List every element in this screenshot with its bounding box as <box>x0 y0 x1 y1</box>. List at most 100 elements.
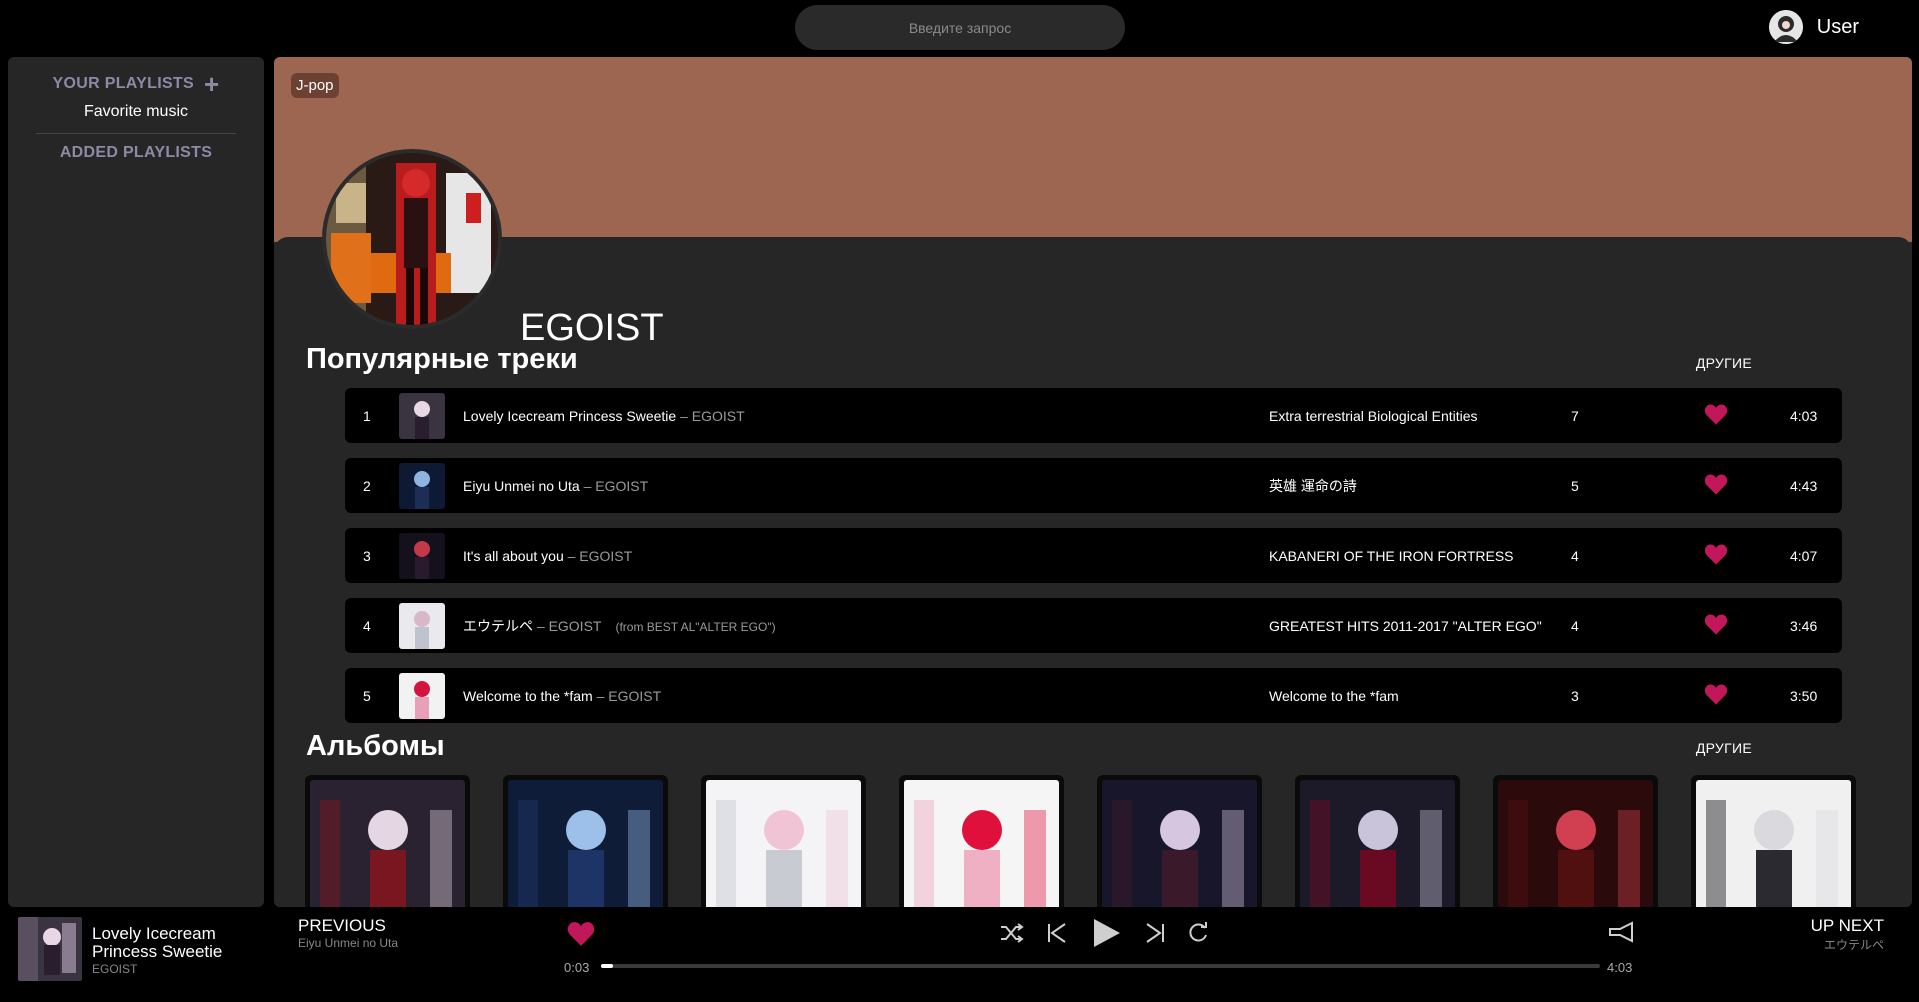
popular-tracks-list: 1 Lovely Icecream Princess Sweetie – EGO… <box>345 388 1842 738</box>
track-title[interactable]: Welcome to the *fam – EGOIST <box>463 688 675 704</box>
track-album[interactable]: GREATEST HITS 2011-2017 "ALTER EGO" <box>1269 618 1542 634</box>
track-album[interactable]: KABANERI OF THE IRON FORTRESS <box>1269 548 1514 564</box>
plus-icon[interactable]: + <box>204 71 219 97</box>
track-title[interactable]: It's all about you – EGOIST <box>463 548 646 564</box>
album-card[interactable] <box>701 775 866 907</box>
track-number: 3 <box>363 547 371 564</box>
track-duration: 4:03 <box>1790 407 1818 424</box>
player-bar: Lovely Icecream Princess Sweetie EGOIST … <box>0 907 1919 1002</box>
repeat-icon[interactable] <box>1188 922 1210 944</box>
albums-title: Альбомы <box>306 730 445 762</box>
volume-icon[interactable] <box>1608 921 1634 948</box>
progress-fill <box>601 964 613 968</box>
your-playlists-label: YOUR PLAYLISTS <box>52 75 194 92</box>
heart-icon[interactable] <box>1704 613 1728 638</box>
track-duration: 4:43 <box>1790 477 1818 494</box>
album-cover[interactable] <box>1102 780 1257 907</box>
track-number: 4 <box>363 617 371 634</box>
track-number: 5 <box>363 687 371 704</box>
heart-icon[interactable] <box>1704 473 1728 498</box>
track-row[interactable]: 1 Lovely Icecream Princess Sweetie – EGO… <box>345 388 1842 443</box>
genre-tag[interactable]: J-pop <box>291 73 339 98</box>
album-card[interactable] <box>1295 775 1460 907</box>
album-cover[interactable] <box>706 780 861 907</box>
track-title-text[interactable]: It's all about you <box>463 548 564 564</box>
track-album[interactable]: Extra terrestrial Biological Entities <box>1269 408 1478 424</box>
album-cover[interactable] <box>1696 780 1851 907</box>
up-next-track[interactable]: エウテルペ <box>1824 936 1884 953</box>
album-card[interactable] <box>1493 775 1658 907</box>
track-plays: 7 <box>1571 407 1579 424</box>
heart-icon[interactable] <box>1704 683 1728 708</box>
now-playing-cover[interactable] <box>18 917 82 981</box>
track-row[interactable]: 3 It's all about you – EGOIST KABANERI O… <box>345 528 1842 583</box>
track-title-text[interactable]: Welcome to the *fam <box>463 688 593 704</box>
next-icon[interactable] <box>1144 922 1166 944</box>
track-title[interactable]: Lovely Icecream Princess Sweetie – EGOIS… <box>463 408 759 424</box>
track-artist[interactable]: – EGOIST <box>597 688 662 704</box>
artist-photo <box>322 149 502 329</box>
user-menu[interactable]: User <box>1768 10 1859 44</box>
track-number: 2 <box>363 477 371 494</box>
album-card[interactable] <box>503 775 668 907</box>
total-time: 4:03 <box>1607 960 1633 975</box>
album-cover[interactable] <box>1300 780 1455 907</box>
track-cover[interactable] <box>399 602 445 649</box>
heart-icon[interactable] <box>566 921 596 952</box>
search-input[interactable] <box>795 5 1125 50</box>
track-cover[interactable] <box>399 392 445 439</box>
album-card[interactable] <box>305 775 470 907</box>
track-cover[interactable] <box>399 532 445 579</box>
track-duration: 3:50 <box>1790 687 1818 704</box>
track-title-text[interactable]: Eiyu Unmei no Uta <box>463 478 580 494</box>
album-card[interactable] <box>1691 775 1856 907</box>
popular-more-link[interactable]: ДРУГИЕ <box>1696 355 1752 371</box>
track-title[interactable]: Eiyu Unmei no Uta – EGOIST <box>463 478 662 494</box>
track-title-text[interactable]: エウテルペ <box>463 618 533 634</box>
added-playlists-heading: ADDED PLAYLISTS <box>59 144 213 161</box>
track-duration: 3:46 <box>1790 617 1818 634</box>
album-cover[interactable] <box>1498 780 1653 907</box>
sidebar-item-favorite-music[interactable]: Favorite music <box>8 103 264 121</box>
previous-track[interactable]: Eiyu Unmei no Uta <box>298 936 398 950</box>
artist-page: J-pop EGOIST Популярные треки ДРУГИЕ 1 L… <box>274 57 1912 907</box>
track-row[interactable]: 2 Eiyu Unmei no Uta – EGOIST 英雄 運命の詩 5 4… <box>345 458 1842 513</box>
track-plays: 4 <box>1571 617 1579 634</box>
track-artist[interactable]: – EGOIST <box>537 618 602 634</box>
track-artist[interactable]: – EGOIST <box>680 408 745 424</box>
track-cover[interactable] <box>399 462 445 509</box>
user-name[interactable]: User <box>1817 16 1859 39</box>
track-row[interactable]: 4 エウテルペ – EGOIST (from BEST AL"ALTER EGO"… <box>345 598 1842 653</box>
now-playing-title[interactable]: Lovely Icecream Princess Sweetie <box>92 925 282 961</box>
track-artist[interactable]: – EGOIST <box>584 478 649 494</box>
now-playing-artist[interactable]: EGOIST <box>92 962 137 976</box>
albums-more-link[interactable]: ДРУГИЕ <box>1696 740 1752 756</box>
sidebar-divider <box>36 133 236 134</box>
track-title-text[interactable]: Lovely Icecream Princess Sweetie <box>463 408 676 424</box>
album-card[interactable] <box>899 775 1064 907</box>
artist-banner: J-pop <box>274 57 1912 242</box>
shuffle-icon[interactable] <box>1000 923 1024 943</box>
track-title[interactable]: エウテルペ – EGOIST (from BEST AL"ALTER EGO") <box>463 616 776 636</box>
progress-bar[interactable] <box>601 964 1600 968</box>
album-cover[interactable] <box>508 780 663 907</box>
previous-icon[interactable] <box>1046 922 1068 944</box>
current-time: 0:03 <box>564 960 590 975</box>
user-avatar-icon[interactable] <box>1768 10 1803 44</box>
track-duration: 4:07 <box>1790 547 1818 564</box>
track-plays: 4 <box>1571 547 1579 564</box>
track-row[interactable]: 5 Welcome to the *fam – EGOIST Welcome t… <box>345 668 1842 723</box>
track-album[interactable]: 英雄 運命の詩 <box>1269 476 1357 496</box>
album-cover[interactable] <box>310 780 465 907</box>
playback-controls <box>1000 917 1210 949</box>
track-artist[interactable]: – EGOIST <box>568 548 633 564</box>
your-playlists-heading: YOUR PLAYLISTS + <box>8 71 264 97</box>
track-cover[interactable] <box>399 672 445 719</box>
artist-name: EGOIST <box>520 307 664 349</box>
track-album[interactable]: Welcome to the *fam <box>1269 688 1399 704</box>
heart-icon[interactable] <box>1704 403 1728 428</box>
album-card[interactable] <box>1097 775 1262 907</box>
heart-icon[interactable] <box>1704 543 1728 568</box>
album-cover[interactable] <box>904 780 1059 907</box>
play-icon[interactable] <box>1090 917 1122 949</box>
